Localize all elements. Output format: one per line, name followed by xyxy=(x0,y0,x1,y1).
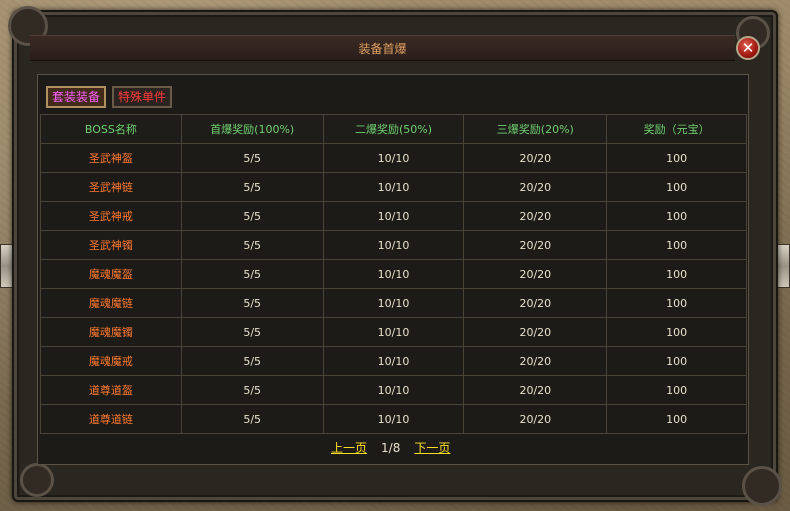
reward-cell: 100 xyxy=(606,172,747,202)
boss-name-cell: 魔魂魔戒 xyxy=(40,346,182,376)
tab-special-items[interactable]: 特殊单件 xyxy=(112,86,173,108)
table-row: 魔魂魔盔 5/5 10/10 20/20 100 xyxy=(40,259,747,289)
boss-name-cell: 圣武神盔 xyxy=(40,143,182,173)
table-row: 魔魂魔镯 5/5 10/10 20/20 100 xyxy=(40,317,747,347)
first-drop-cell: 5/5 xyxy=(180,201,324,231)
table-row: 圣武神镯 5/5 10/10 20/20 100 xyxy=(40,230,747,260)
first-drop-cell: 5/5 xyxy=(180,143,324,173)
table-row: 圣武神链 5/5 10/10 20/20 100 xyxy=(40,172,747,202)
third-drop-cell: 20/20 xyxy=(463,259,608,289)
boss-name-cell: 道尊道链 xyxy=(40,404,182,434)
table-row: 道尊道链 5/5 10/10 20/20 100 xyxy=(40,404,747,434)
reward-cell: 100 xyxy=(606,230,747,260)
reward-cell: 100 xyxy=(606,317,747,347)
first-drop-cell: 5/5 xyxy=(180,230,324,260)
third-drop-cell: 20/20 xyxy=(463,288,608,318)
second-drop-cell: 10/10 xyxy=(322,288,465,318)
header-reward-yuanbao: 奖励（元宝） xyxy=(606,114,747,144)
table-row: 道尊道盔 5/5 10/10 20/20 100 xyxy=(40,375,747,405)
close-button[interactable]: ✕ xyxy=(736,36,760,60)
table-row: 圣武神盔 5/5 10/10 20/20 100 xyxy=(40,143,747,173)
third-drop-cell: 20/20 xyxy=(463,172,608,202)
prev-page-link[interactable]: 上一页 xyxy=(331,439,367,456)
third-drop-cell: 20/20 xyxy=(463,201,608,231)
second-drop-cell: 10/10 xyxy=(322,259,465,289)
header-boss-name: BOSS名称 xyxy=(40,114,182,144)
page-indicator: 1/8 xyxy=(381,440,401,455)
second-drop-cell: 10/10 xyxy=(322,201,465,231)
second-drop-cell: 10/10 xyxy=(322,317,465,347)
third-drop-cell: 20/20 xyxy=(463,143,608,173)
header-second-drop: 二爆奖励(50%) xyxy=(322,114,465,144)
boss-name-cell: 圣武神镯 xyxy=(40,230,182,260)
pagination: 上一页 1/8 下一页 xyxy=(331,439,450,456)
third-drop-cell: 20/20 xyxy=(463,317,608,347)
second-drop-cell: 10/10 xyxy=(322,230,465,260)
table-header-row: BOSS名称 首爆奖励(100%) 二爆奖励(50%) 三爆奖励(20%) 奖励… xyxy=(40,114,747,144)
third-drop-cell: 20/20 xyxy=(463,404,608,434)
reward-cell: 100 xyxy=(606,288,747,318)
second-drop-cell: 10/10 xyxy=(322,172,465,202)
window-title: 装备首爆 xyxy=(358,41,407,56)
boss-name-cell: 魔魂魔镯 xyxy=(40,317,182,347)
title-bar: 装备首爆 xyxy=(30,35,735,61)
reward-cell: 100 xyxy=(606,143,747,173)
first-drop-cell: 5/5 xyxy=(180,375,324,405)
first-drop-cell: 5/5 xyxy=(180,346,324,376)
table-row: 魔魂魔链 5/5 10/10 20/20 100 xyxy=(40,288,747,318)
first-drop-cell: 5/5 xyxy=(180,404,324,434)
reward-cell: 100 xyxy=(606,201,747,231)
second-drop-cell: 10/10 xyxy=(322,375,465,405)
first-drop-table: BOSS名称 首爆奖励(100%) 二爆奖励(50%) 三爆奖励(20%) 奖励… xyxy=(40,114,747,434)
first-drop-cell: 5/5 xyxy=(180,259,324,289)
reward-cell: 100 xyxy=(606,404,747,434)
header-third-drop: 三爆奖励(20%) xyxy=(463,114,608,144)
third-drop-cell: 20/20 xyxy=(463,346,608,376)
boss-name-cell: 道尊道盔 xyxy=(40,375,182,405)
boss-name-cell: 魔魂魔盔 xyxy=(40,259,182,289)
boss-name-cell: 圣武神戒 xyxy=(40,201,182,231)
boss-name-cell: 魔魂魔链 xyxy=(40,288,182,318)
second-drop-cell: 10/10 xyxy=(322,404,465,434)
first-drop-cell: 5/5 xyxy=(180,288,324,318)
header-first-drop: 首爆奖励(100%) xyxy=(180,114,324,144)
first-drop-cell: 5/5 xyxy=(180,317,324,347)
reward-cell: 100 xyxy=(606,346,747,376)
tab-set-equipment[interactable]: 套装装备 xyxy=(46,86,107,108)
tab-bar: 套装装备 特殊单件 xyxy=(46,86,173,108)
next-page-link[interactable]: 下一页 xyxy=(414,439,450,456)
reward-cell: 100 xyxy=(606,259,747,289)
close-icon: ✕ xyxy=(741,38,755,57)
table-row: 圣武神戒 5/5 10/10 20/20 100 xyxy=(40,201,747,231)
reward-cell: 100 xyxy=(606,375,747,405)
second-drop-cell: 10/10 xyxy=(322,143,465,173)
third-drop-cell: 20/20 xyxy=(463,230,608,260)
third-drop-cell: 20/20 xyxy=(463,375,608,405)
first-drop-cell: 5/5 xyxy=(180,172,324,202)
frame-corner-ornament xyxy=(20,463,54,497)
second-drop-cell: 10/10 xyxy=(322,346,465,376)
boss-name-cell: 圣武神链 xyxy=(40,172,182,202)
table-row: 魔魂魔戒 5/5 10/10 20/20 100 xyxy=(40,346,747,376)
